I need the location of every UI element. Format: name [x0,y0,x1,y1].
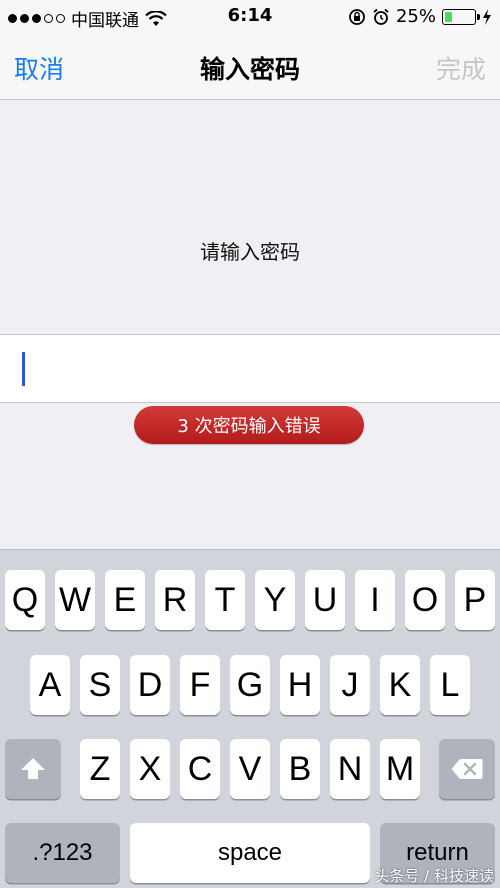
space-key[interactable]: space [130,823,370,883]
rotation-lock-icon [349,8,365,25]
charging-bolt-icon [483,8,491,25]
key-d[interactable]: D [130,655,170,715]
status-bar: 中国联通 6:14 25% [0,0,500,34]
battery-icon [442,8,480,25]
key-k[interactable]: K [380,655,420,715]
key-h[interactable]: H [280,655,320,715]
error-badge: 3 次密码输入错误 [134,406,364,444]
backspace-icon [451,759,483,779]
key-p[interactable]: P [455,570,495,630]
password-input[interactable] [0,334,500,403]
key-b[interactable]: B [280,739,320,799]
key-u[interactable]: U [305,570,345,630]
key-i[interactable]: I [355,570,395,630]
keyboard: Q W E R T Y U I O P A S D F G H J K L Z … [0,549,500,888]
key-t[interactable]: T [205,570,245,630]
key-j[interactable]: J [330,655,370,715]
key-n[interactable]: N [330,739,370,799]
key-v[interactable]: V [230,739,270,799]
battery-percent: 25% [395,6,436,27]
page-title: 输入密码 [199,55,300,84]
text-cursor [22,352,25,386]
numbers-key[interactable]: .?123 [5,823,120,883]
key-c[interactable]: C [180,739,220,799]
status-right: 25% [348,6,492,27]
key-s[interactable]: S [80,655,120,715]
key-m[interactable]: M [380,739,420,799]
battery-level-fill [445,11,452,22]
shift-arrow-icon [21,758,45,779]
alarm-icon [373,8,389,25]
backspace-key[interactable] [439,739,495,799]
key-w[interactable]: W [55,570,95,630]
done-button[interactable]: 完成 [436,50,486,86]
password-prompt: 请输入密码 [200,240,300,264]
key-l[interactable]: L [430,655,470,715]
key-r[interactable]: R [155,570,195,630]
navigation-bar: 取消 输入密码 完成 [0,34,500,100]
key-x[interactable]: X [130,739,170,799]
key-z[interactable]: Z [80,739,120,799]
key-q[interactable]: Q [5,570,45,630]
shift-key[interactable] [5,739,61,799]
key-f[interactable]: F [180,655,220,715]
key-e[interactable]: E [105,570,145,630]
key-a[interactable]: A [30,655,70,715]
key-g[interactable]: G [230,655,270,715]
watermark: 头条号 / 科技速读 [374,867,494,885]
key-o[interactable]: O [405,570,445,630]
key-y[interactable]: Y [255,570,295,630]
